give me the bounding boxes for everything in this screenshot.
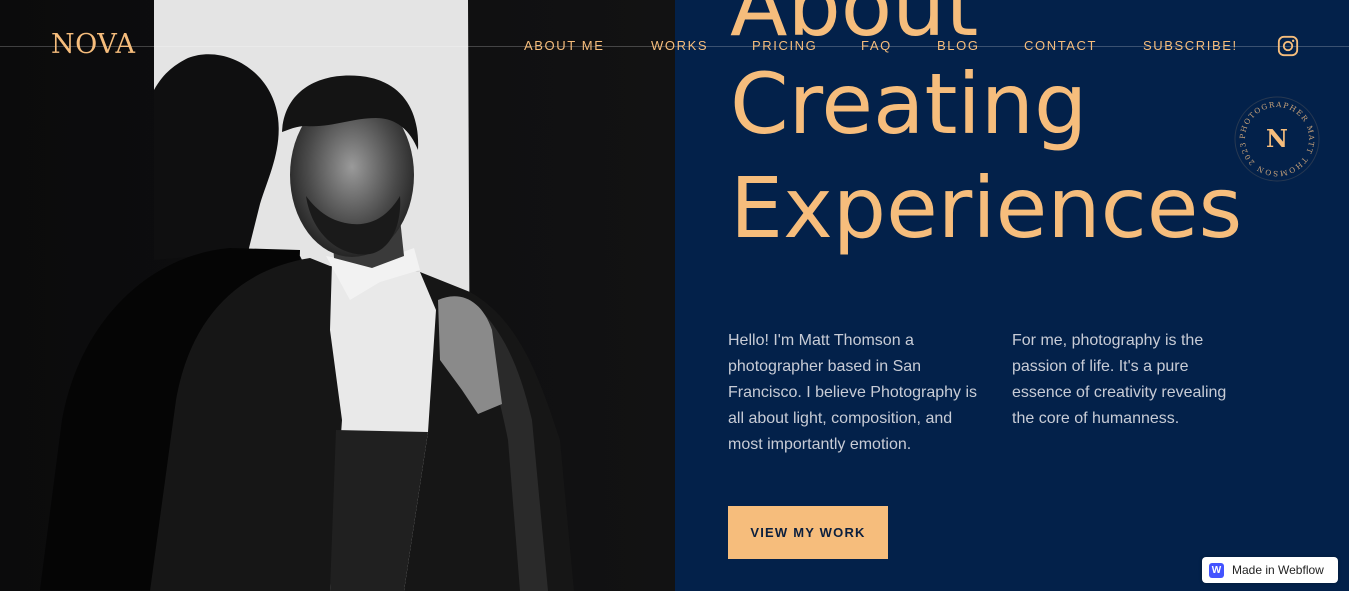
- intro-paragraph: Hello! I'm Matt Thomson a photographer b…: [728, 332, 978, 453]
- nav-item-about-me[interactable]: ABOUT ME: [524, 38, 604, 53]
- nav-item-pricing[interactable]: PRICING: [752, 38, 817, 53]
- badge-letter: N: [1266, 124, 1288, 153]
- webflow-logo-icon: W: [1209, 562, 1224, 578]
- view-my-work-button[interactable]: VIEW MY WORK: [728, 506, 888, 559]
- nav-item-subscribe[interactable]: SUBSCRIBE!: [1143, 38, 1238, 53]
- nav-item-blog[interactable]: BLOG: [937, 38, 980, 53]
- main-nav: ABOUT ME WORKS PRICING FAQ BLOG CONTACT …: [0, 38, 1349, 56]
- made-in-webflow-badge[interactable]: W Made in Webflow: [1202, 557, 1338, 583]
- portrait-illustration: [0, 0, 675, 591]
- nav-item-contact[interactable]: CONTACT: [1024, 38, 1097, 53]
- nav-item-faq[interactable]: FAQ: [861, 38, 892, 53]
- headline-line-3: Experiences: [730, 159, 1243, 257]
- webflow-badge-label: Made in Webflow: [1232, 563, 1324, 577]
- passion-paragraph: For me, photography is the passion of li…: [1012, 332, 1227, 427]
- hero-portrait-photo: [0, 0, 675, 591]
- nav-item-works[interactable]: WORKS: [651, 38, 708, 53]
- headline-line-2: Creating: [730, 55, 1088, 153]
- instagram-icon[interactable]: [1277, 35, 1299, 57]
- photographer-badge: PHOTOGRAPHER MATT THOMSON 2023 N: [1234, 96, 1320, 182]
